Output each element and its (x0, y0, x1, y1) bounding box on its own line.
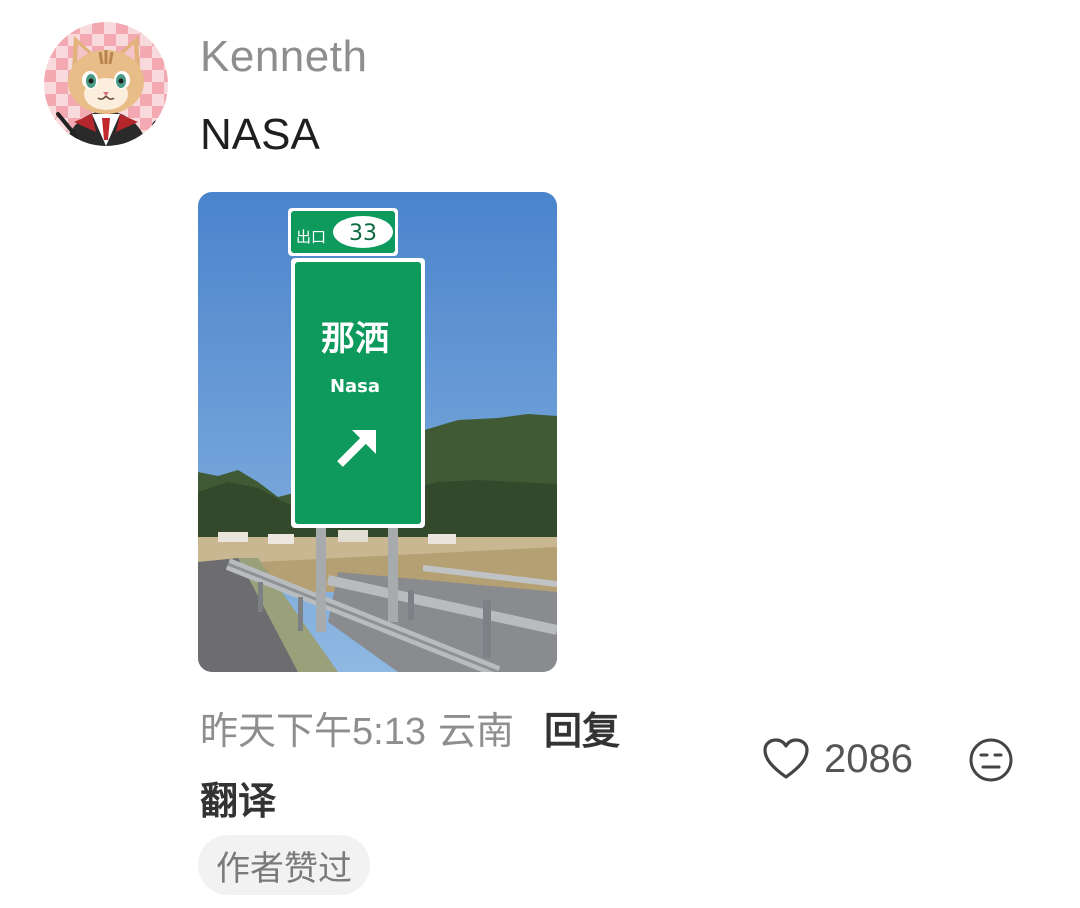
comment-location: 云南 (437, 711, 514, 753)
translate-button[interactable]: 翻译 (200, 770, 276, 825)
road-sign-photo: 出口 33 那洒 Nasa (198, 192, 557, 672)
comment-timestamp: 昨天下午5:13 (200, 711, 426, 753)
author-liked-badge: 作者赞过 (198, 835, 370, 895)
comment-meta: 昨天下午5:13 云南 回复 (200, 700, 620, 755)
avatar[interactable] (44, 22, 168, 146)
heart-outline-icon (763, 738, 809, 779)
cat-avatar-image (44, 22, 168, 146)
comment-text: NASA (200, 110, 320, 159)
like-button[interactable]: 2086 (762, 734, 913, 784)
comment-author[interactable]: Kenneth (200, 32, 367, 82)
meh-face-icon (969, 738, 1013, 782)
exit-label: 出口 (296, 228, 326, 246)
comment-photo[interactable]: 出口 33 那洒 Nasa (198, 192, 557, 672)
sign-pinyin: Nasa (330, 376, 380, 397)
reply-button[interactable]: 回复 (544, 700, 620, 755)
dislike-button[interactable] (968, 737, 1014, 783)
like-count: 2086 (824, 736, 913, 781)
sign-chinese-name: 那洒 (321, 319, 389, 359)
exit-number: 33 (349, 221, 377, 246)
